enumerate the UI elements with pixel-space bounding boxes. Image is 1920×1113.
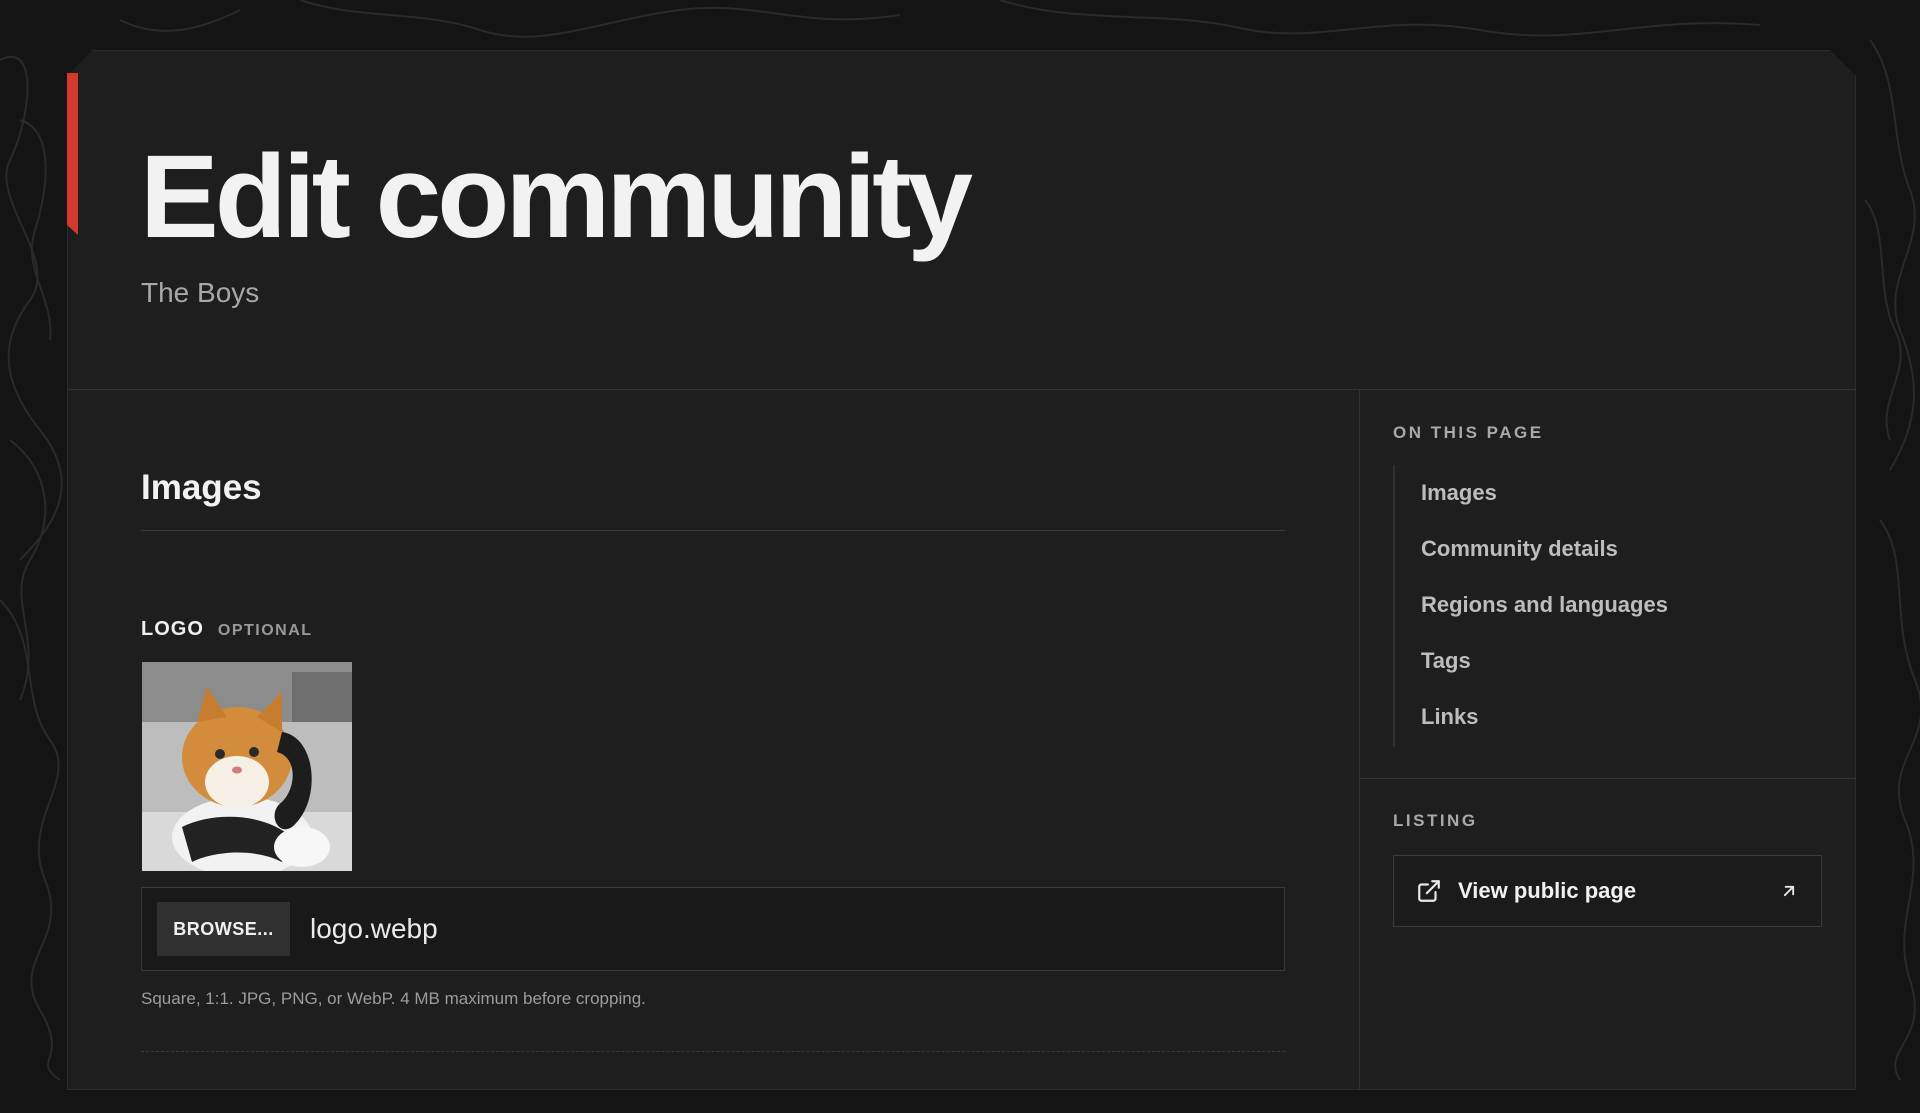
banner-field-label: BANNER OPTIONAL [141,1090,341,1113]
toc-item-regions-and-languages[interactable]: Regions and languages [1421,592,1668,618]
accent-bar [67,73,78,235]
page-sidebar: ON THIS PAGE Images Community details Re… [1360,390,1855,1089]
main-content: Images LOGO OPTIONAL BROWSE... logo.webp… [68,390,1360,1089]
selected-file-name: logo.webp [310,913,438,944]
arrow-up-right-icon [1779,881,1799,901]
community-name: The Boys [141,277,260,308]
section-divider [141,530,1285,531]
browse-button[interactable]: BROWSE... [157,902,290,956]
page-title: Edit community [140,131,970,263]
banner-label: BANNER [141,1090,233,1112]
toc-item-images[interactable]: Images [1421,480,1497,506]
page-header: Edit community The Boys [68,51,1855,390]
view-public-page-button[interactable]: View public page [1393,855,1822,927]
sidebar-divider [1360,778,1855,779]
toc-item-community-details[interactable]: Community details [1421,536,1618,562]
listing-heading: LISTING [1393,811,1478,830]
logo-label: LOGO [141,618,204,640]
view-public-page-label: View public page [1458,878,1637,903]
toc-item-tags[interactable]: Tags [1421,648,1471,674]
logo-optional-tag: OPTIONAL [217,622,313,639]
table-of-contents: Images Community details Regions and lan… [1393,465,1693,747]
toc-item-links[interactable]: Links [1421,704,1478,730]
toc-heading: ON THIS PAGE [1393,423,1544,442]
images-section-title: Images [141,468,262,507]
external-link-icon [1416,878,1442,904]
banner-optional-tag: OPTIONAL [246,1094,342,1111]
logo-help-text: Square, 1:1. JPG, PNG, or WebP. 4 MB max… [141,989,646,1008]
field-separator [141,1051,1285,1052]
logo-field-label: LOGO OPTIONAL [141,618,313,641]
logo-preview-image [142,662,352,871]
edit-community-panel: Edit community The Boys Images LOGO OPTI… [67,50,1856,1090]
logo-file-input[interactable]: BROWSE... logo.webp [141,887,1285,971]
